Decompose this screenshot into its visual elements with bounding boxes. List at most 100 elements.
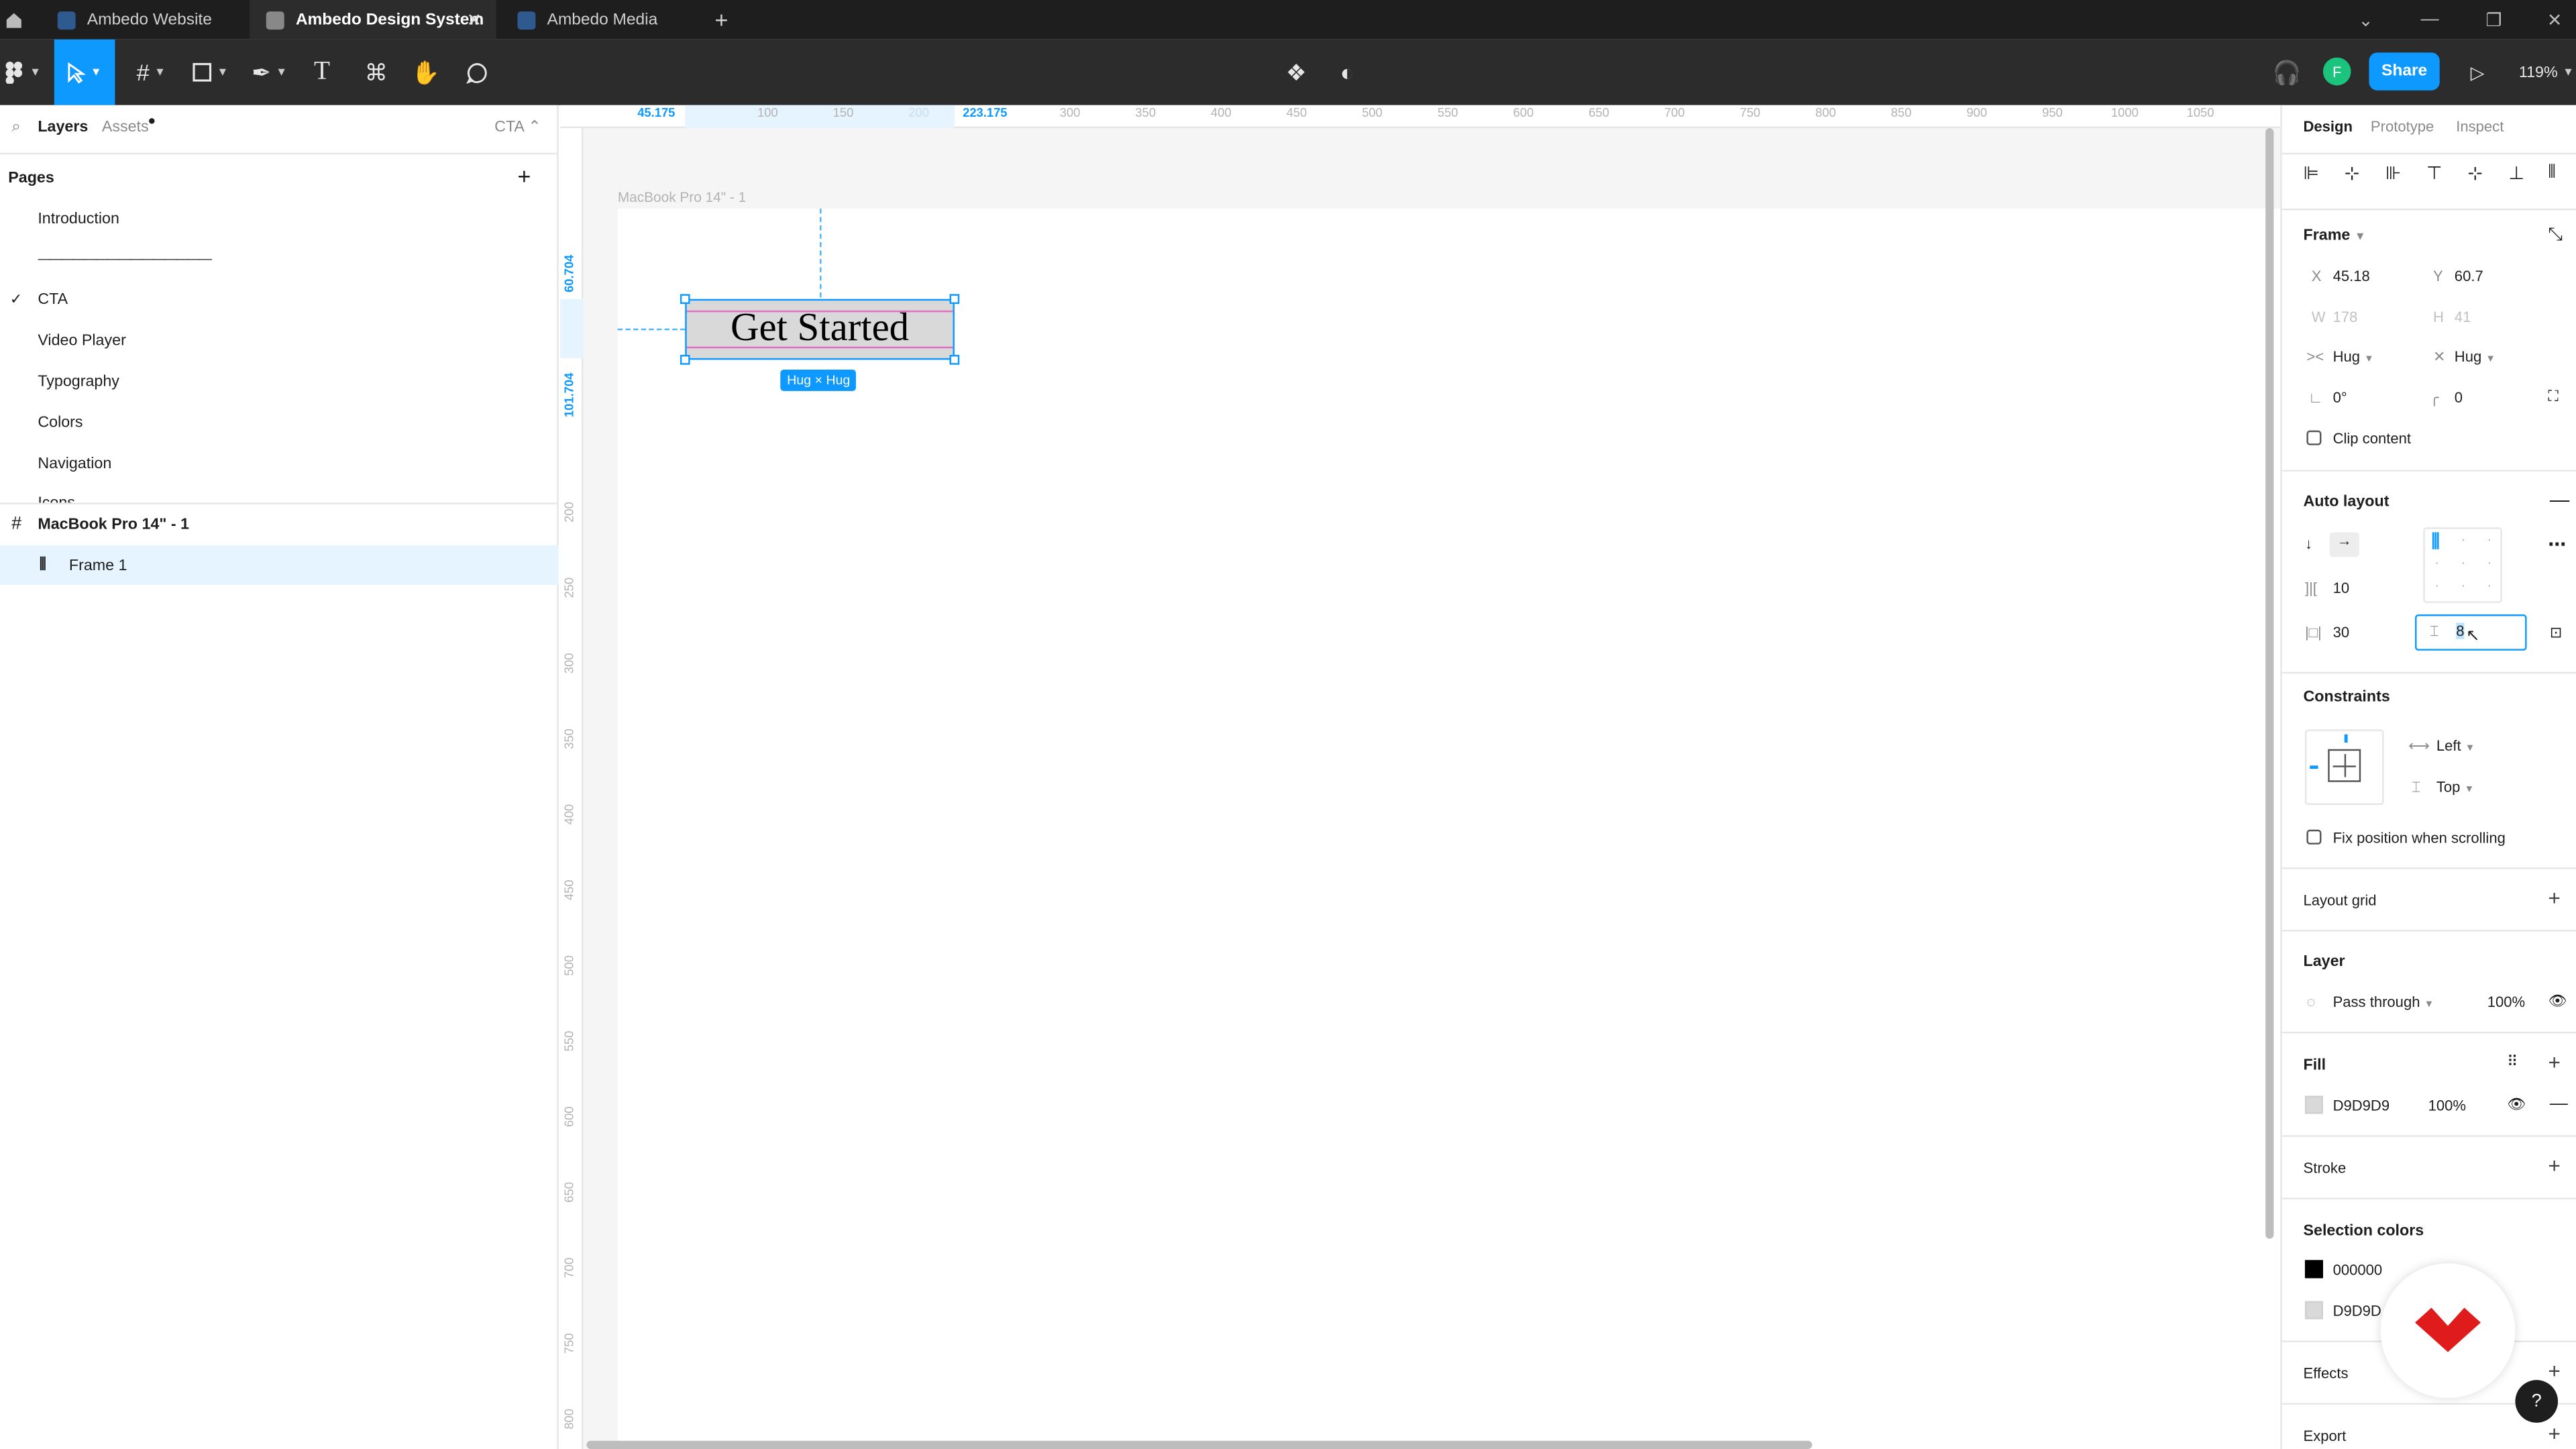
resize-handle[interactable]: [949, 294, 960, 305]
pen-tool-icon[interactable]: ✒ ▼: [245, 40, 294, 105]
align-top-icon[interactable]: ⊤: [2426, 162, 2442, 184]
w-input[interactable]: 178: [2333, 309, 2358, 325]
hug-height-select[interactable]: Hug ▼: [2455, 348, 2496, 364]
page-item-cta[interactable]: CTA: [38, 290, 68, 309]
macbook-frame[interactable]: [617, 209, 2281, 1449]
resize-handle[interactable]: [949, 354, 960, 365]
distribute-icon[interactable]: ⫴: [2548, 162, 2555, 184]
align-right-icon[interactable]: ⊪: [2385, 162, 2401, 184]
add-effect-icon[interactable]: +: [2548, 1358, 2561, 1383]
design-canvas[interactable]: MacBook Pro 14" - 1 45.175 223.175 100 1…: [560, 105, 2281, 1449]
remove-fill-icon[interactable]: —: [2550, 1094, 2568, 1114]
contrast-icon[interactable]: ◐: [1331, 40, 1364, 105]
brand-logo-bubble[interactable]: [2380, 1263, 2516, 1399]
more-options-icon[interactable]: ⋯: [2548, 534, 2566, 555]
tab-ambedo-media[interactable]: Ambedo Media: [501, 0, 695, 40]
direction-horizontal-icon[interactable]: →: [2329, 532, 2359, 557]
move-tool-icon[interactable]: ▼: [54, 39, 115, 105]
vertical-constraint-select[interactable]: Top ▼: [2436, 779, 2474, 795]
layer-opacity-input[interactable]: 100%: [2487, 994, 2525, 1010]
fix-position-checkbox[interactable]: [2306, 829, 2322, 845]
components-icon[interactable]: ⌘: [358, 40, 394, 105]
selection-color-swatch[interactable]: [2304, 1260, 2323, 1279]
blend-mode-select[interactable]: Pass through ▼: [2333, 994, 2434, 1010]
tab-design[interactable]: Design: [2303, 118, 2353, 134]
zoom-selector[interactable]: 119% ▼: [2517, 40, 2576, 105]
hand-tool-icon[interactable]: ✋: [407, 40, 443, 105]
styles-grid-icon[interactable]: ⠿: [2507, 1053, 2518, 1071]
chevron-down-icon[interactable]: ⌄: [2341, 0, 2390, 40]
alignment-grid[interactable]: ⫼ · · · · · · · ·: [2423, 527, 2502, 603]
constraint-top-marker[interactable]: [2344, 734, 2348, 743]
add-layout-grid-icon[interactable]: +: [2548, 885, 2561, 910]
new-tab-icon[interactable]: +: [698, 0, 731, 40]
tab-inspect[interactable]: Inspect: [2456, 118, 2504, 134]
direction-vertical-icon[interactable]: ↓: [2305, 535, 2312, 551]
play-icon[interactable]: ▷: [2461, 40, 2494, 105]
tab-assets[interactable]: Assets: [102, 118, 149, 136]
h-input[interactable]: 41: [2455, 309, 2471, 325]
avatar[interactable]: F: [2322, 57, 2351, 86]
resize-to-fit-icon[interactable]: ⤡: [2548, 225, 2563, 247]
page-selector[interactable]: CTA ⌃: [494, 118, 541, 136]
comment-tool-icon[interactable]: [458, 40, 494, 105]
cta-button-text[interactable]: Get Started: [687, 301, 953, 358]
remove-auto-layout-icon[interactable]: —: [2550, 488, 2569, 511]
eye-icon[interactable]: 👁: [2548, 992, 2567, 1010]
fill-hex-input[interactable]: D9D9D9: [2333, 1097, 2390, 1114]
gap-input[interactable]: 10: [2333, 580, 2350, 596]
constraint-left-marker[interactable]: [2310, 765, 2318, 769]
x-input[interactable]: 45.18: [2333, 268, 2370, 284]
rectangle-tool-icon[interactable]: ▼: [186, 40, 235, 105]
clip-content-checkbox[interactable]: [2306, 430, 2322, 445]
align-center-v-icon[interactable]: ⊹: [2467, 162, 2483, 184]
align-center-h-icon[interactable]: ⊹: [2345, 162, 2360, 184]
add-stroke-icon[interactable]: +: [2548, 1153, 2561, 1178]
page-item-typography[interactable]: Typography: [38, 373, 119, 391]
resize-handle[interactable]: [680, 354, 690, 365]
share-button[interactable]: Share: [2369, 52, 2440, 91]
rotation-input[interactable]: 0°: [2333, 389, 2347, 405]
individual-padding-icon[interactable]: ⊡: [2550, 625, 2562, 643]
corner-radius-input[interactable]: 0: [2455, 389, 2463, 405]
add-fill-icon[interactable]: +: [2548, 1050, 2561, 1075]
padding-vertical-input[interactable]: 8: [2456, 623, 2465, 639]
padding-horizontal-input[interactable]: 30: [2333, 625, 2350, 641]
align-bottom-icon[interactable]: ⊥: [2509, 162, 2524, 184]
padding-vertical-field[interactable]: ⌶ 8 ↖: [2415, 614, 2527, 651]
help-button[interactable]: ?: [2515, 1380, 2559, 1423]
fill-opacity-input[interactable]: 100%: [2428, 1097, 2466, 1114]
tab-ambedo-website[interactable]: Ambedo Website: [41, 0, 248, 40]
tab-ambedo-design-system[interactable]: Ambedo Design System ✕: [250, 0, 496, 40]
page-item-icons[interactable]: Icons: [38, 494, 75, 502]
close-window-icon[interactable]: ✕: [2530, 0, 2576, 40]
resize-handle[interactable]: [680, 294, 690, 305]
text-tool-icon[interactable]: T: [304, 40, 340, 105]
headphones-icon[interactable]: 🎧: [2271, 40, 2304, 105]
page-item-navigation[interactable]: Navigation: [38, 455, 111, 473]
eye-icon[interactable]: 👁: [2507, 1095, 2526, 1114]
page-item-divider[interactable]: ———————————————: [38, 252, 221, 266]
minimize-icon[interactable]: —: [2405, 0, 2454, 40]
main-menu-icon[interactable]: ▼: [0, 40, 46, 105]
home-icon[interactable]: [0, 0, 30, 40]
close-tab-icon[interactable]: ✕: [467, 9, 482, 30]
component-diamond-icon[interactable]: ❖: [1280, 40, 1313, 105]
add-export-icon[interactable]: +: [2548, 1421, 2561, 1446]
selection-color-swatch[interactable]: [2304, 1301, 2323, 1320]
cta-frame-selected[interactable]: Get Started: [685, 299, 955, 360]
horizontal-scrollbar[interactable]: [586, 1440, 1813, 1449]
page-item-introduction[interactable]: Introduction: [38, 210, 119, 228]
constraints-widget[interactable]: [2304, 729, 2384, 806]
y-input[interactable]: 60.7: [2455, 268, 2483, 284]
tab-layers[interactable]: Layers: [38, 118, 88, 136]
selection-color-hex[interactable]: D9D9D: [2333, 1303, 2381, 1319]
add-page-icon[interactable]: +: [517, 162, 531, 189]
page-item-colors[interactable]: Colors: [38, 414, 83, 432]
layer-frame-1[interactable]: Frame 1: [69, 557, 127, 575]
page-item-video-player[interactable]: Video Player: [38, 332, 126, 350]
search-icon[interactable]: ⌕: [11, 118, 21, 136]
align-left-icon[interactable]: ⊫: [2303, 162, 2318, 184]
vertical-scrollbar[interactable]: [2265, 128, 2274, 1239]
independent-corners-icon[interactable]: ⛶: [2548, 388, 2558, 406]
